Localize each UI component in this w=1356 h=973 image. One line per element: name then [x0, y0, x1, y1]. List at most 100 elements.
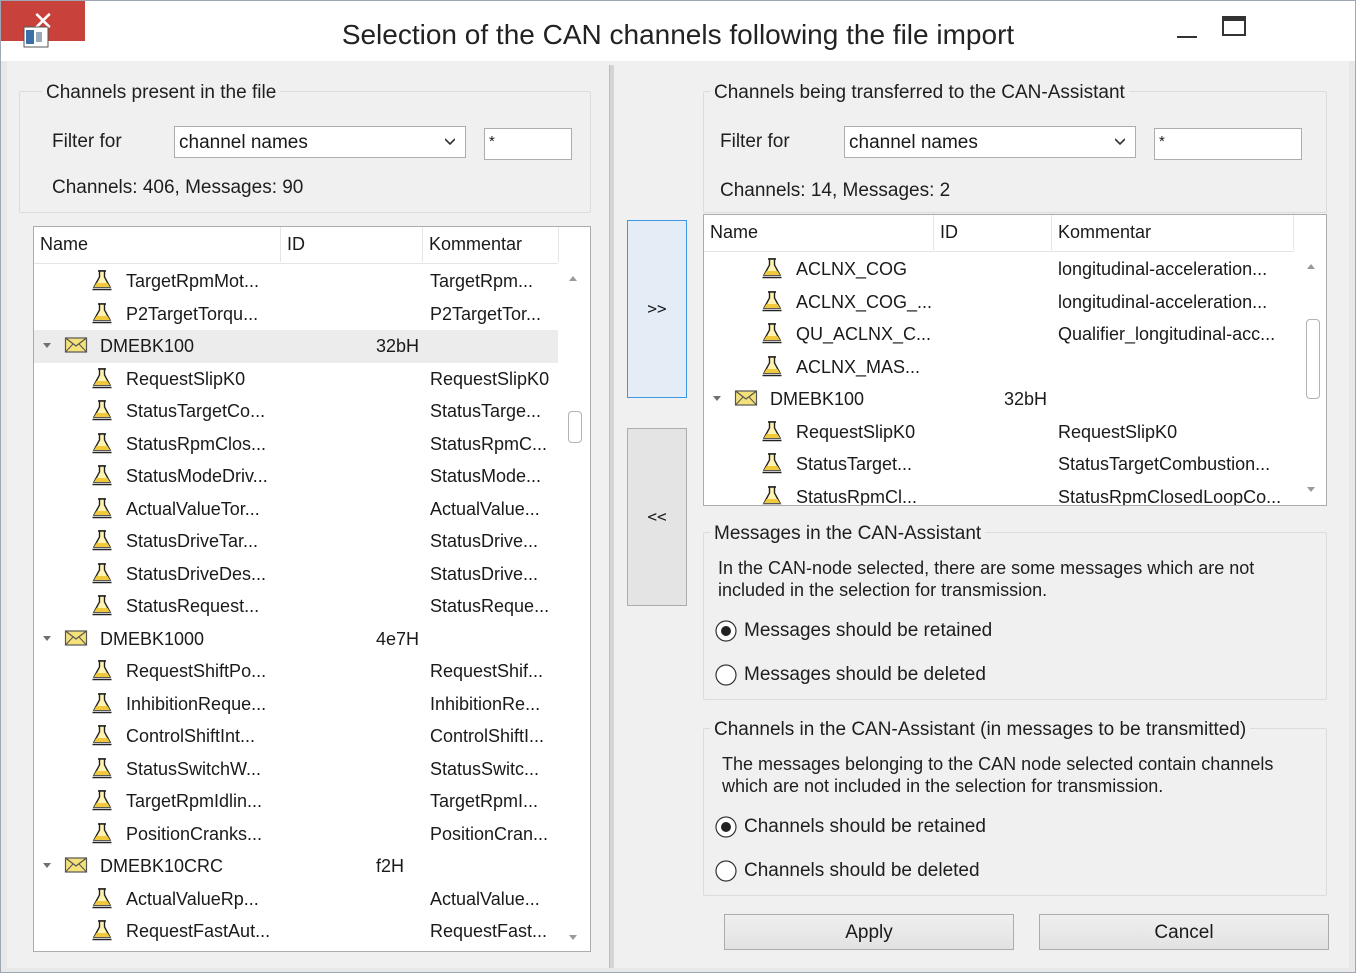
add-channels-button[interactable]: >> — [627, 220, 687, 398]
signal-flask-icon — [92, 465, 112, 486]
messages-group: Messages in the CAN-Assistant In the CAN… — [703, 523, 1327, 700]
tree-row-channel[interactable]: StatusDriveTar... StatusDrive... — [34, 525, 558, 558]
tree-row-channel[interactable]: ACLNX_MAS... — [704, 351, 1300, 384]
row-comment: TargetRpmI... — [430, 791, 539, 811]
chevron-down-icon[interactable] — [40, 631, 54, 645]
tree-row-channel[interactable]: StatusRpmCl... StatusRpmClosedLoopCo... — [704, 481, 1300, 505]
row-comment: StatusDrive... — [430, 531, 539, 551]
column-header-comment[interactable]: Kommentar — [423, 227, 559, 262]
tree-row-channel[interactable]: RequestShiftPo... RequestShif... — [34, 655, 558, 688]
source-filter-group: Channels present in the file Filter for … — [19, 82, 591, 213]
tree-row-channel[interactable]: ACLNX_COG longitudinal-acceleration... — [704, 253, 1300, 286]
envelope-icon — [64, 629, 88, 646]
source-channel-tree[interactable]: Name ID Kommentar TargetRpmMot... TargetR… — [33, 226, 591, 952]
tree-row-channel[interactable]: StatusDriveDes... StatusDrive... — [34, 558, 558, 591]
row-name: StatusSwitchW... — [126, 758, 262, 779]
channels-group-title: Channels in the CAN-Assistant (in messag… — [710, 719, 1251, 741]
source-filter-select[interactable]: channel names — [174, 126, 466, 158]
radio-unchecked-icon[interactable] — [715, 860, 737, 882]
chevron-down-icon — [445, 138, 455, 146]
channels-group: Channels in the CAN-Assistant (in messag… — [703, 719, 1327, 896]
row-comment: Qualifier_longitudinal-acc... — [1058, 324, 1276, 344]
tree-row-message[interactable]: DMEBK1000 4e7H — [34, 623, 558, 656]
channels-delete-label[interactable]: Channels should be deleted — [744, 860, 980, 882]
dialog-body: Channels present in the file Filter for … — [7, 61, 1349, 968]
tree-row-message[interactable]: DMEBK100 32bH — [704, 383, 1300, 416]
row-comment: P2TargetTor... — [430, 303, 542, 324]
tree-row-channel[interactable]: StatusModeDriv... StatusMode... — [34, 460, 558, 493]
target-filter-select[interactable]: channel names — [844, 126, 1136, 158]
remove-channels-button[interactable]: << — [627, 428, 687, 606]
column-header-id[interactable]: ID — [934, 215, 1052, 250]
scroll-thumb[interactable] — [568, 411, 582, 443]
column-header-name[interactable]: Name — [34, 227, 281, 262]
scroll-up-icon[interactable] — [569, 275, 577, 283]
column-header-id[interactable]: ID — [281, 227, 423, 262]
target-channel-tree[interactable]: Name ID Kommentar ACLNX_COG longitudinal-… — [703, 214, 1327, 506]
apply-button[interactable]: Apply — [724, 914, 1014, 950]
tree-row-channel[interactable]: ControlShiftInt... ControlShiftI... — [34, 720, 558, 753]
row-id: 4e7H — [376, 628, 420, 649]
radio-checked-icon[interactable] — [715, 620, 737, 642]
envelope-icon — [64, 857, 88, 873]
tree-row-channel[interactable]: RequestSlipK0 RequestSlipK0 — [704, 416, 1300, 449]
chevron-down-icon[interactable] — [710, 391, 724, 405]
tree-row-channel[interactable]: TargetRpmMot... TargetRpm... — [34, 265, 558, 298]
messages-group-title: Messages in the CAN-Assistant — [710, 523, 986, 545]
tree-row-channel[interactable]: RequestFastAut... RequestFast... — [34, 915, 558, 948]
row-name: DMEBK100 — [100, 336, 195, 356]
tree-row-channel[interactable]: InhibitionReque... InhibitionRe... — [34, 688, 558, 721]
tree-row-channel[interactable]: StatusSwitchW... StatusSwitc... — [34, 753, 558, 786]
source-tree-scrollbar[interactable] — [564, 265, 582, 949]
chevron-down-icon[interactable] — [40, 338, 54, 352]
cancel-button[interactable]: Cancel — [1039, 914, 1329, 950]
source-summary: Channels: 406, Messages: 90 — [52, 177, 304, 198]
tree-row-channel[interactable]: PositionCranks... PositionCran... — [34, 818, 558, 851]
messages-delete-label[interactable]: Messages should be deleted — [744, 664, 986, 686]
row-comment: ActualValue... — [430, 498, 540, 519]
row-comment: StatusReque... — [430, 596, 550, 616]
target-tree-scrollbar[interactable] — [1302, 253, 1320, 503]
column-header-comment[interactable]: Kommentar — [1052, 215, 1294, 250]
scroll-thumb[interactable] — [1306, 319, 1320, 399]
row-name: StatusDriveDes... — [126, 563, 267, 584]
chevron-down-icon[interactable] — [40, 858, 54, 872]
title-bar: Selection of the CAN channels following … — [1, 1, 1355, 61]
messages-retain-label[interactable]: Messages should be retained — [744, 620, 992, 642]
row-name: StatusModeDriv... — [126, 466, 268, 486]
signal-flask-icon — [762, 355, 782, 376]
tree-row-channel[interactable]: ActualValueRp... ActualValue... — [34, 883, 558, 916]
radio-checked-icon[interactable] — [715, 816, 737, 838]
channels-retain-label[interactable]: Channels should be retained — [744, 816, 986, 838]
chevron-down-icon — [1115, 138, 1125, 146]
pane-splitter[interactable] — [609, 65, 614, 968]
tree-row-channel[interactable]: StatusTarget... StatusTargetCombustion... — [704, 448, 1300, 481]
scroll-down-icon[interactable] — [1307, 485, 1315, 493]
row-name: ActualValueTor... — [126, 498, 260, 519]
target-group-title: Channels being transferred to the CAN-As… — [710, 82, 1129, 104]
scroll-up-icon[interactable] — [1307, 263, 1315, 271]
column-header-name[interactable]: Name — [704, 215, 934, 250]
tree-row-channel[interactable]: QU_ACLNX_C... Qualifier_longitudinal-acc.… — [704, 318, 1300, 351]
row-id: 32bH — [376, 336, 420, 356]
source-filter-input[interactable]: * — [484, 128, 572, 160]
tree-row-channel[interactable]: P2TargetTorqu... P2TargetTor... — [34, 298, 558, 331]
tree-row-channel[interactable]: StatusRpmClos... StatusRpmC... — [34, 428, 558, 461]
tree-row-channel[interactable]: RequestSlipK0 RequestSlipK0 — [34, 363, 558, 396]
scroll-down-icon[interactable] — [569, 933, 577, 941]
tree-row-channel[interactable]: ACLNX_COG_... longitudinal-acceleration..… — [704, 286, 1300, 319]
tree-row-channel[interactable]: StatusTargetCo... StatusTarge... — [34, 395, 558, 428]
row-name: TargetRpmMot... — [126, 271, 260, 291]
tree-row-channel[interactable]: StatusRequest... StatusReque... — [34, 590, 558, 623]
row-comment: longitudinal-acceleration... — [1058, 259, 1268, 279]
minimize-button[interactable] — [1167, 9, 1209, 47]
target-filter-input[interactable]: * — [1154, 128, 1302, 160]
signal-flask-icon — [762, 323, 782, 344]
tree-row-message[interactable]: DMEBK100 32bH — [34, 330, 558, 363]
radio-unchecked-icon[interactable] — [715, 664, 737, 686]
tree-row-channel[interactable]: ActualValueTor... ActualValue... — [34, 493, 558, 526]
tree-row-channel[interactable]: TargetRpmIdlin... TargetRpmI... — [34, 785, 558, 818]
tree-row-message[interactable]: DMEBK10CRC f2H — [34, 850, 558, 883]
maximize-button[interactable] — [1213, 9, 1257, 47]
signal-flask-icon — [762, 485, 782, 505]
